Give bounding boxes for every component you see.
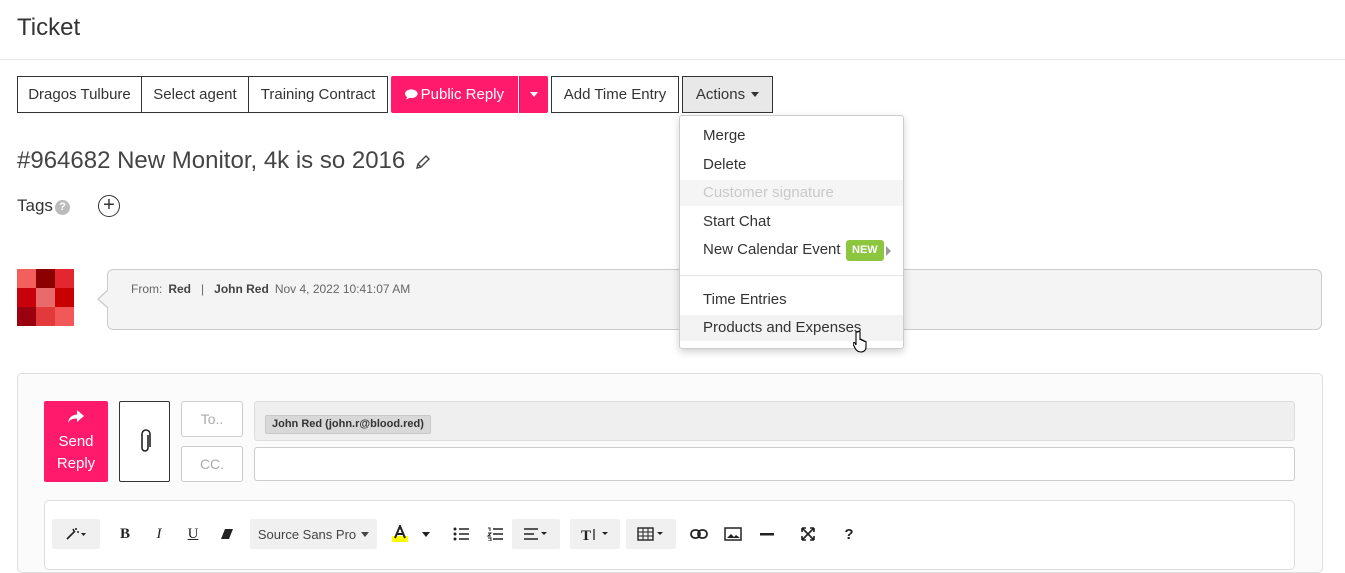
title-divider bbox=[0, 59, 1345, 60]
chevron-right-icon bbox=[886, 246, 891, 256]
add-time-entry-button[interactable]: Add Time Entry bbox=[551, 76, 679, 113]
menu-item-time-entries[interactable]: Time Entries bbox=[680, 287, 903, 313]
tags-label: Tags bbox=[17, 196, 53, 215]
message-date: Nov 4, 2022 10:41:07 AM bbox=[274, 282, 411, 296]
meta-separator: | bbox=[201, 282, 205, 296]
help-icon[interactable]: ? bbox=[838, 519, 860, 549]
image-icon[interactable] bbox=[722, 519, 744, 549]
eraser-icon[interactable] bbox=[216, 519, 238, 549]
paperclip-icon bbox=[140, 428, 151, 452]
actions-label: Actions bbox=[695, 86, 746, 103]
page-title: Ticket bbox=[17, 14, 81, 41]
ticket-title: #964682 New Monitor, 4k is so 2016 bbox=[17, 147, 406, 174]
menu-item-merge[interactable]: Merge bbox=[680, 123, 903, 149]
italic-icon[interactable]: I bbox=[148, 519, 170, 549]
cc-field[interactable] bbox=[254, 447, 1295, 481]
ticket-toolbar: Dragos Tulbure Select agent Training Con… bbox=[17, 76, 773, 113]
send-label-2: Reply bbox=[56, 455, 96, 472]
menu-item-start-chat[interactable]: Start Chat bbox=[680, 209, 903, 235]
chevron-down-icon bbox=[751, 92, 760, 97]
numbered-list-icon[interactable] bbox=[484, 519, 506, 549]
fullscreen-icon[interactable] bbox=[797, 519, 819, 549]
text-size-icon[interactable]: T bbox=[570, 519, 620, 549]
from-label: From: bbox=[131, 282, 163, 296]
from-name: Red bbox=[168, 282, 192, 296]
font-family-select[interactable]: Source Sans Pro bbox=[250, 519, 377, 549]
message-meta: From: Red | John Red Nov 4, 2022 10:41:0… bbox=[131, 282, 410, 296]
assignment-group: Dragos Tulbure Select agent Training Con… bbox=[17, 76, 388, 113]
bullet-list-icon[interactable] bbox=[450, 519, 472, 549]
menu-item-customer-signature: Customer signature bbox=[680, 180, 903, 206]
attach-button[interactable] bbox=[119, 401, 170, 482]
share-arrow-icon bbox=[68, 410, 84, 423]
cc-button[interactable]: CC. bbox=[181, 446, 243, 482]
actions-dropdown-menu: Merge Delete Customer signature Start Ch… bbox=[679, 115, 904, 349]
contract-button[interactable]: Training Contract bbox=[248, 76, 388, 113]
font-family-label: Source Sans Pro bbox=[257, 526, 357, 542]
link-icon[interactable] bbox=[688, 519, 710, 549]
svg-text:T: T bbox=[581, 528, 591, 541]
chevron-down-icon[interactable] bbox=[418, 519, 434, 549]
select-agent-button[interactable]: Select agent bbox=[141, 76, 249, 113]
bold-icon[interactable]: B bbox=[114, 519, 136, 549]
avatar bbox=[17, 269, 74, 326]
hand-cursor-icon bbox=[853, 330, 867, 353]
actions-button[interactable]: Actions bbox=[682, 76, 773, 113]
chevron-down-icon bbox=[529, 92, 538, 97]
horizontal-rule-icon[interactable] bbox=[756, 519, 778, 549]
pencil-icon[interactable] bbox=[415, 154, 431, 170]
underline-icon[interactable]: U bbox=[182, 519, 204, 549]
table-icon[interactable] bbox=[626, 519, 676, 549]
to-button[interactable]: To.. bbox=[181, 401, 243, 437]
send-label-1: Send bbox=[58, 433, 94, 450]
chat-bubble-icon bbox=[405, 89, 418, 100]
public-reply-dropdown-button[interactable] bbox=[519, 76, 548, 113]
recipient-chip[interactable]: John Red (john.r@blood.red) bbox=[265, 415, 431, 434]
message-pointer-inner bbox=[99, 290, 109, 308]
menu-divider bbox=[680, 275, 903, 276]
magic-wand-icon[interactable] bbox=[52, 519, 100, 549]
public-reply-button[interactable]: Public Reply bbox=[391, 76, 518, 113]
menu-item-delete[interactable]: Delete bbox=[680, 152, 903, 178]
help-icon[interactable]: ? bbox=[55, 200, 70, 215]
add-tag-icon[interactable]: + bbox=[98, 195, 120, 217]
public-reply-label: Public Reply bbox=[420, 86, 504, 103]
chevron-down-icon bbox=[361, 531, 370, 537]
highlight-color-icon[interactable] bbox=[388, 519, 412, 549]
assignee-button[interactable]: Dragos Tulbure bbox=[17, 76, 142, 113]
contact-name[interactable]: John Red bbox=[214, 282, 269, 296]
new-badge: NEW bbox=[846, 240, 884, 261]
align-icon[interactable] bbox=[512, 519, 560, 549]
send-reply-button[interactable]: Send Reply bbox=[44, 401, 108, 482]
